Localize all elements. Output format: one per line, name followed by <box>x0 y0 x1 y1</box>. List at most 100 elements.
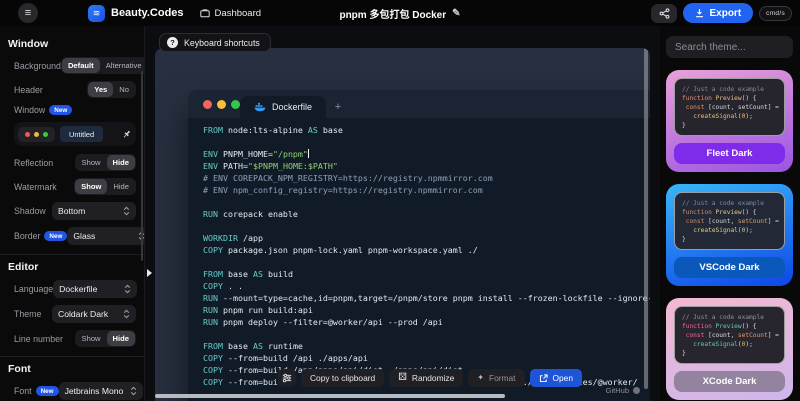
theme-code-preview: // Just a code examplefunction Preview()… <box>674 306 785 364</box>
code-line: RUN pnpm run build:api <box>203 304 650 316</box>
section-title: Font <box>8 363 136 375</box>
screenshot-canvas: Dockerfile + FROM node:lts-alpine AS bas… <box>155 48 650 401</box>
code-token: COPY <box>203 245 223 255</box>
edit-title-icon[interactable]: ✎ <box>452 8 460 19</box>
preview-token: ); <box>745 227 752 234</box>
select-control[interactable]: Jetbrains Mono <box>59 382 143 400</box>
segmented-option[interactable]: Show <box>75 179 107 194</box>
panel-collapse-handle[interactable] <box>147 269 152 277</box>
theme-card[interactable]: // Just a code examplefunction Preview()… <box>666 298 793 400</box>
code-token: WORKDIR <box>203 233 238 243</box>
horizontal-scrollbar[interactable] <box>155 394 505 398</box>
github-icon <box>633 387 640 394</box>
randomize-label: Randomize <box>412 373 454 383</box>
preview-token: // Just a code example <box>682 314 764 321</box>
code-token: # ENV COREPACK_NPM_REGISTRY=https://regi… <box>203 173 493 183</box>
segmented-option[interactable]: Hide <box>107 155 135 170</box>
segmented-option[interactable]: Show <box>76 155 107 170</box>
sidebar-scrollbar[interactable] <box>141 71 144 261</box>
setting-row: LanguageDockerfile <box>14 280 136 298</box>
theme-card[interactable]: // Just a code examplefunction Preview()… <box>666 184 793 286</box>
segmented-control: ShowHide <box>74 178 136 195</box>
share-icon <box>659 8 670 19</box>
share-button[interactable] <box>651 4 677 23</box>
preview-token: } <box>682 122 686 129</box>
segmented-option[interactable]: Alternative <box>100 58 145 73</box>
section-title: Window <box>8 38 136 50</box>
code-token: AS <box>253 341 263 351</box>
preview-token: createSignal <box>693 341 738 348</box>
setting-label: Line number <box>14 334 63 344</box>
nav-dashboard[interactable]: Dashboard <box>200 8 261 19</box>
preview-token: const <box>686 218 705 225</box>
code-token: . . <box>223 281 243 291</box>
canvas-toolbar: Copy to clipboard ⚄ Randomize ✦ Format O… <box>278 369 582 387</box>
segmented-option[interactable]: Default <box>62 58 100 73</box>
open-button[interactable]: Open <box>530 369 583 387</box>
keyboard-shortcuts-label: Keyboard shortcuts <box>184 38 260 48</box>
setting-row: BorderNewGlass <box>14 227 136 245</box>
segmented-option[interactable]: Hide <box>107 179 135 194</box>
segmented-option[interactable]: No <box>113 82 135 97</box>
theme-select-button[interactable]: Fleet Dark <box>674 143 785 164</box>
download-icon <box>695 8 704 18</box>
tab-dockerfile[interactable]: Dockerfile <box>240 96 326 118</box>
segmented-option[interactable]: Yes <box>88 82 113 97</box>
close-dot-icon[interactable] <box>203 100 212 109</box>
code-line: FROM base AS runtime <box>203 340 650 352</box>
code-token: runtime <box>263 341 303 351</box>
randomize-button[interactable]: ⚄ Randomize <box>389 369 463 387</box>
theme-card[interactable]: // Just a code examplefunction Preview()… <box>666 70 793 172</box>
code-line: COPY --from=build /api ./apps/api <box>203 352 650 364</box>
theme-sidebar: // Just a code examplefunction Preview()… <box>660 26 800 401</box>
window-title-value[interactable]: Untitled <box>60 126 103 142</box>
select-value: Bottom <box>58 206 85 216</box>
code-line <box>203 220 650 232</box>
preview-token: ); <box>745 341 752 348</box>
window-preview[interactable]: Untitled <box>14 122 136 146</box>
preview-token: ); <box>745 113 752 120</box>
pin-button[interactable] <box>121 129 132 140</box>
select-control[interactable]: Bottom <box>52 202 136 220</box>
code-line: RUN pnpm deploy --filter=@worker/api --p… <box>203 316 650 328</box>
theme-search-input[interactable] <box>666 36 793 58</box>
main-area: Dockerfile + FROM node:lts-alpine AS bas… <box>145 26 660 401</box>
code-token: RUN <box>203 317 218 327</box>
format-label: Format <box>489 373 516 383</box>
watermark-label: GitHub <box>606 386 629 395</box>
setting-row: HeaderYesNo <box>14 81 136 98</box>
minimize-dot-icon[interactable] <box>217 100 226 109</box>
settings-sliders-button[interactable] <box>278 369 296 387</box>
code-line <box>203 136 650 148</box>
theme-code-preview: // Just a code examplefunction Preview()… <box>674 78 785 136</box>
select-value: Jetbrains Mono <box>65 386 124 396</box>
copy-to-clipboard-button[interactable]: Copy to clipboard <box>301 369 384 387</box>
brand[interactable]: ≋ Beauty.Codes <box>88 5 184 22</box>
format-button[interactable]: ✦ Format <box>468 369 524 387</box>
code-window: Dockerfile + FROM node:lts-alpine AS bas… <box>188 90 650 401</box>
code-token: --from=build /api ./apps/api <box>223 353 368 363</box>
segmented-option[interactable]: Show <box>76 331 107 346</box>
add-tab-button[interactable]: + <box>326 96 350 118</box>
segmented-option[interactable]: Hide <box>107 331 135 346</box>
preview-code-line: } <box>682 235 777 244</box>
preview-token: } <box>682 350 686 357</box>
setting-row: ShadowBottom <box>14 202 136 220</box>
code-line: ENV PNPM_HOME="/pnpm" <box>203 148 650 160</box>
theme-select-button[interactable]: XCode Dark <box>674 371 785 392</box>
select-control[interactable]: Coldark Dark <box>52 305 136 323</box>
select-control[interactable]: Glass <box>67 227 145 245</box>
keyboard-shortcuts-pill[interactable]: ? Keyboard shortcuts <box>159 33 271 52</box>
theme-select-button[interactable]: VSCode Dark <box>674 257 785 278</box>
code-token: base <box>223 269 253 279</box>
code-token: ENV <box>203 149 218 159</box>
export-button[interactable]: Export <box>683 3 753 23</box>
maximize-dot-icon[interactable] <box>231 100 240 109</box>
setting-label: Reflection <box>14 158 53 168</box>
menu-button[interactable]: ≡ <box>18 3 38 23</box>
setting-row: FontNewJetbrains Mono <box>14 382 136 400</box>
preview-token: const <box>686 104 705 111</box>
document-title-text: pnpm 多包打包 Docker <box>339 6 446 21</box>
vertical-scrollbar[interactable] <box>644 48 648 389</box>
select-control[interactable]: Dockerfile <box>53 280 137 298</box>
